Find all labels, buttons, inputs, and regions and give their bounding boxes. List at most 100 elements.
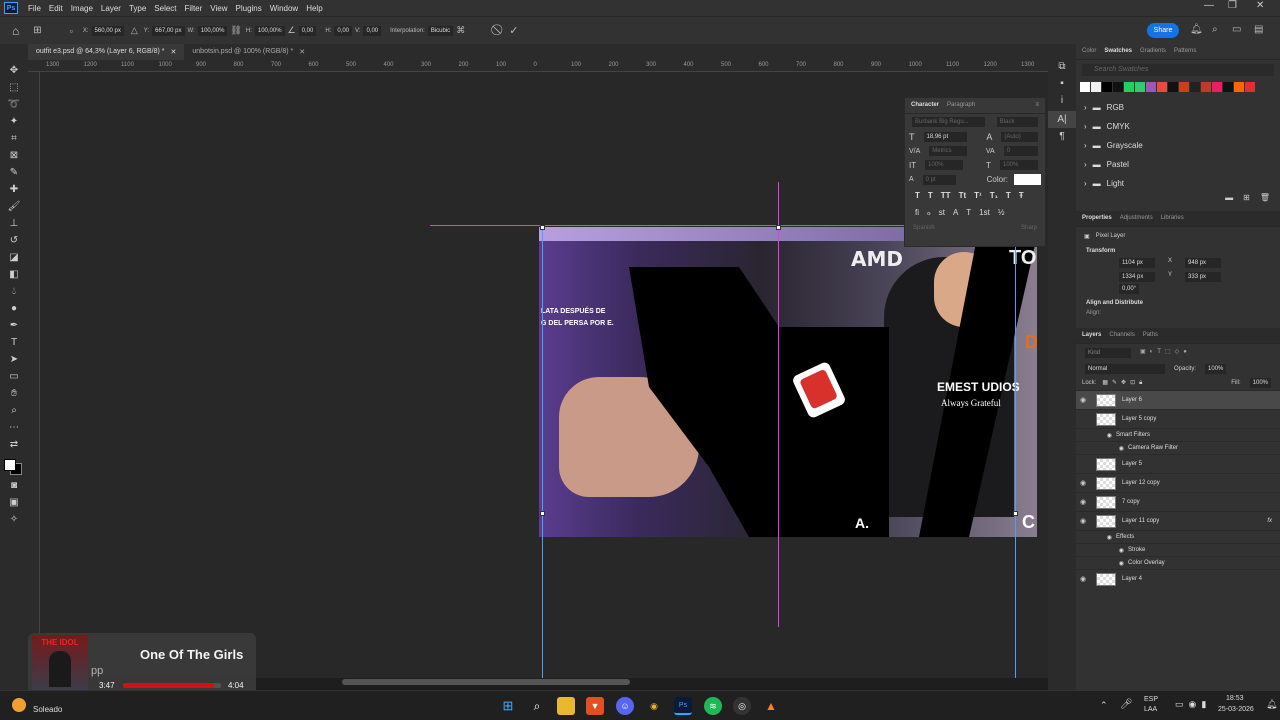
- layer-row[interactable]: ◉ Layer 11 copy fx: [1076, 511, 1280, 530]
- eyedropper-tool-icon[interactable]: ✎: [0, 164, 28, 181]
- filter-icons[interactable]: ▣◐T⬚◇●: [1140, 348, 1191, 358]
- opacity-field[interactable]: 100%: [1205, 364, 1227, 374]
- eye-icon[interactable]: ◉: [1076, 479, 1090, 487]
- baseline-field[interactable]: 0 pt: [922, 174, 956, 185]
- menu-edit[interactable]: Edit: [45, 4, 67, 13]
- close-icon[interactable]: ✕: [171, 48, 177, 56]
- menu-filter[interactable]: Filter: [181, 4, 207, 13]
- swatch-11[interactable]: [1201, 82, 1211, 92]
- transform-handle[interactable]: [540, 511, 545, 516]
- faux-bold-icon[interactable]: T: [915, 191, 920, 200]
- language-select[interactable]: Spanish: [913, 225, 935, 231]
- pen-tool-icon[interactable]: ✒: [0, 317, 28, 334]
- weather-icon[interactable]: [12, 698, 26, 712]
- anti-alias-select[interactable]: Sharp: [1021, 225, 1037, 231]
- tab-gradients[interactable]: Gradients: [1140, 48, 1166, 55]
- reference-point-icon[interactable]: ▫: [70, 26, 73, 36]
- swatch-folder-pastel[interactable]: › ▬ Pastel: [1076, 155, 1280, 174]
- swatch-folder-light[interactable]: › ▬ Light: [1076, 174, 1280, 193]
- blur-tool-icon[interactable]: 💧︎: [0, 283, 28, 300]
- close-icon[interactable]: ✕: [299, 48, 305, 56]
- swatch-12[interactable]: [1212, 82, 1222, 92]
- swash-icon[interactable]: st: [939, 208, 945, 217]
- file-explorer-icon[interactable]: [557, 697, 575, 715]
- tab-color[interactable]: Color: [1082, 48, 1096, 55]
- rotate-field[interactable]: 0,00°: [1119, 284, 1140, 294]
- progress-track[interactable]: [123, 683, 221, 688]
- layer-row[interactable]: ◉ Layer 4: [1076, 569, 1280, 588]
- healing-tool-icon[interactable]: ✚: [0, 181, 28, 198]
- hand-tool-icon[interactable]: ✋︎: [0, 385, 28, 402]
- paragraph-panel-icon[interactable]: ¶: [1048, 128, 1076, 145]
- layer-row[interactable]: Layer 5: [1076, 454, 1280, 473]
- tab-paths[interactable]: Paths: [1143, 332, 1158, 339]
- chrome-icon[interactable]: ◎: [733, 697, 751, 715]
- swatch-4[interactable]: [1124, 82, 1134, 92]
- search-icon[interactable]: ⌕: [1212, 24, 1218, 35]
- font-style-select[interactable]: Black: [996, 117, 1038, 127]
- tab-layers[interactable]: Layers: [1082, 332, 1101, 339]
- eye-icon[interactable]: ◉: [1076, 396, 1090, 404]
- kerning-field[interactable]: Metrics: [929, 146, 967, 156]
- all-caps-icon[interactable]: TT: [941, 191, 951, 200]
- clock-time[interactable]: 18:53: [1226, 695, 1244, 702]
- small-caps-icon[interactable]: Tt: [959, 191, 967, 200]
- shape-tool-icon[interactable]: ▭: [0, 368, 28, 385]
- new-swatch-icon[interactable]: ⊞: [1243, 193, 1250, 202]
- more-tools-icon[interactable]: ⋯: [0, 419, 28, 436]
- layer-row[interactable]: Layer 5 copy: [1076, 409, 1280, 428]
- layer-row[interactable]: ◉ Layer 12 copy: [1076, 473, 1280, 492]
- swatch-9[interactable]: [1179, 82, 1189, 92]
- swatch-15[interactable]: [1245, 82, 1255, 92]
- menu-icon[interactable]: ≡: [1035, 102, 1039, 109]
- commit-transform-icon[interactable]: ✓: [509, 24, 518, 37]
- transform-handle[interactable]: [776, 225, 781, 230]
- vertical-scale-field[interactable]: 100%: [925, 160, 964, 170]
- eye-icon[interactable]: ◉: [1076, 517, 1090, 525]
- history-panel-icon[interactable]: ⧉: [1048, 58, 1076, 75]
- leading-field[interactable]: (Auto): [1001, 132, 1038, 142]
- swatch-7[interactable]: [1157, 82, 1167, 92]
- home-icon[interactable]: ⌂: [12, 24, 19, 38]
- swatch-3[interactable]: [1113, 82, 1123, 92]
- document-image[interactable]: LATA DESPUÉS DE G DEL PERSA POR E. AMD T…: [539, 227, 1037, 537]
- pos-y-field[interactable]: 333 px: [1185, 272, 1222, 282]
- strikethrough-icon[interactable]: Ŧ: [1019, 191, 1024, 200]
- info-panel-icon[interactable]: i: [1048, 92, 1076, 109]
- blender-icon[interactable]: ◉: [645, 697, 663, 715]
- subscript-icon[interactable]: T₁: [990, 191, 998, 200]
- color-swatches-icon[interactable]: [0, 453, 28, 477]
- layer-row[interactable]: ◉ Effects: [1076, 530, 1280, 543]
- swatch-0[interactable]: [1080, 82, 1090, 92]
- x-field[interactable]: 560,00 px: [91, 25, 124, 36]
- swatch-8[interactable]: [1168, 82, 1178, 92]
- photoshop-taskbar-icon[interactable]: Ps: [674, 697, 692, 715]
- y-field[interactable]: 667,00 px: [152, 25, 185, 36]
- minimize-icon[interactable]: —: [1204, 0, 1214, 11]
- font-size-field[interactable]: 18,96 pt: [923, 132, 968, 142]
- marquee-tool-icon[interactable]: ⬚: [0, 79, 28, 96]
- w-field[interactable]: 100,00%: [197, 25, 228, 36]
- swatch-2[interactable]: [1102, 82, 1112, 92]
- layer-row[interactable]: ◉ Stroke: [1076, 543, 1280, 556]
- start-icon[interactable]: ⊞: [499, 697, 517, 715]
- system-tray-icons[interactable]: ▭◉▮: [1175, 699, 1211, 710]
- tab-patterns[interactable]: Patterns: [1174, 48, 1196, 55]
- swatch-14[interactable]: [1234, 82, 1244, 92]
- menu-image[interactable]: Image: [67, 4, 97, 13]
- pos-x-field[interactable]: 948 px: [1185, 258, 1222, 268]
- vlc-icon[interactable]: ▲: [762, 697, 780, 715]
- menu-file[interactable]: File: [24, 4, 45, 13]
- interpolation-select[interactable]: Bicubic: [427, 25, 454, 36]
- layer-filter-select[interactable]: Kind: [1085, 348, 1131, 358]
- titling-icon[interactable]: T: [966, 208, 971, 217]
- width-field[interactable]: 1104 px: [1119, 258, 1155, 268]
- layer-row[interactable]: ◉ 7 copy: [1076, 492, 1280, 511]
- warp-icon[interactable]: ⌘: [456, 25, 465, 36]
- clock-date[interactable]: 25-03-2026: [1218, 706, 1254, 713]
- tab-paragraph[interactable]: Paragraph: [947, 102, 975, 109]
- notification-icon[interactable]: 🔔︎: [1266, 699, 1277, 710]
- menu-select[interactable]: Select: [150, 4, 180, 13]
- blend-mode-select[interactable]: Normal: [1085, 364, 1165, 374]
- history-brush-icon[interactable]: ↺: [0, 232, 28, 249]
